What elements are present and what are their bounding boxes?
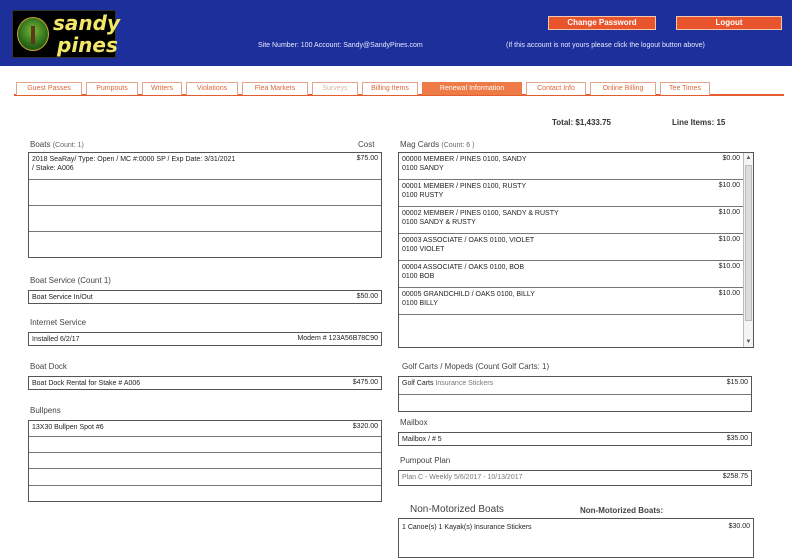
internet-service-row[interactable]: Installed 6/2/17 Modem # 123A56B78C90 [28,332,382,346]
list-item[interactable] [29,206,381,232]
golf-carts-label: Golf Carts / Mopeds (Count Golf Carts: 1… [402,362,550,371]
sandy-pines-logo[interactable]: sandy pines [12,10,120,58]
boat-service-label: Boat Service (Count 1) [30,276,111,285]
boat-dock-row[interactable]: Boat Dock Rental for Stake # A006 $475.0… [28,376,382,390]
logout-button[interactable]: Logout [676,16,782,30]
boat-service-row[interactable]: Boat Service In/Out $50.00 [28,290,382,304]
list-item[interactable]: 00001 MEMBER / PINES 0100, RUSTY 0100 RUS… [399,180,743,207]
list-item[interactable] [29,453,381,469]
tab-guest-passes[interactable]: Guest Passes [16,82,82,95]
account-info: Site Number: 100 Account: Sandy@SandyPin… [258,42,423,49]
total-amount: Total: $1,433.75 [552,118,611,127]
tab-billing-items[interactable]: Billing Items [362,82,418,95]
change-password-button[interactable]: Change Password [548,16,656,30]
tab-violations[interactable]: Violations [186,82,238,95]
bullpens-list: 13X30 Bullpen Spot #6 $320.00 [28,420,382,502]
list-item[interactable]: 00002 MEMBER / PINES 0100, SANDY & RUSTY… [399,207,743,234]
mailbox-label: Mailbox [400,418,428,427]
bullpens-label: Bullpens [30,406,61,415]
scroll-thumb[interactable] [745,165,752,321]
tab-flea-markets[interactable]: Flea Markets [242,82,308,95]
mag-cards-list: 00000 MEMBER / PINES 0100, SANDY 0100 SAN… [398,152,754,348]
logo-text-line1: sandy [53,11,120,35]
boats-label: Boats (Count: 1) [30,140,84,149]
list-item[interactable]: 00003 ASSOCIATE / OAKS 0100, VIOLET 0100 … [399,234,743,261]
header-bar: sandy pines Change Password Logout Site … [0,0,792,66]
palm-tree-icon [17,17,49,51]
tab-bar: Guest Passes Pumpouts Writers Violations… [14,82,784,96]
tab-contact-info[interactable]: Contact Info [526,82,586,95]
list-item[interactable] [29,180,381,206]
tab-pumpouts[interactable]: Pumpouts [86,82,138,95]
logo-text-line2: pines [57,33,118,57]
list-item[interactable]: 00005 GRANDCHILD / OAKS 0100, BILLY 0100 … [399,288,743,315]
line-items-count: Line Items: 15 [672,118,726,127]
tab-writers[interactable]: Writers [142,82,182,95]
boats-list: 2018 SeaRay/ Type: Open / MC #:0000 SP /… [28,152,382,258]
tab-tee-times[interactable]: Tee Times [660,82,710,95]
non-motorized-label: Non-Motorized Boats [410,504,504,515]
list-item[interactable] [29,486,381,502]
list-item[interactable]: Golf Carts Insurance Stickers $15.00 [399,377,751,395]
logout-note: (If this account is not yours please cli… [506,42,705,49]
golf-carts-list: Golf Carts Insurance Stickers $15.00 [398,376,752,412]
list-item[interactable] [29,232,381,258]
pumpout-plan-label: Pumpout Plan [400,456,451,465]
pumpout-plan-row[interactable]: Plan C - Weekly 5/6/2017 - 10/13/2017 $2… [398,470,752,486]
mag-cards-scrollbar[interactable]: ▲ ▼ [743,153,753,347]
boat-dock-label: Boat Dock [30,362,67,371]
list-item[interactable]: 00000 MEMBER / PINES 0100, SANDY 0100 SAN… [399,153,743,180]
scroll-up-icon[interactable]: ▲ [744,153,753,163]
mag-cards-label: Mag Cards (Count: 6 ) [400,140,475,149]
tab-renewal-information[interactable]: Renewal Information [422,82,522,95]
mailbox-row[interactable]: Mailbox / # 5 $35.00 [398,432,752,446]
list-item[interactable] [29,469,381,486]
non-motorized-boats-row[interactable]: 1 Canoe(s) 1 Kayak(s) Insurance Stickers… [398,518,754,558]
tab-surveys[interactable]: Surveys [312,82,358,95]
internet-service-label: Internet Service [30,318,87,327]
tab-online-billing[interactable]: Online Billing [590,82,656,95]
list-item[interactable]: 2018 SeaRay/ Type: Open / MC #:0000 SP /… [29,153,381,180]
list-item[interactable] [399,395,751,412]
list-item[interactable] [29,437,381,453]
list-item[interactable]: 00004 ASSOCIATE / OAKS 0100, BOB 0100 BOB… [399,261,743,288]
scroll-down-icon[interactable]: ▼ [744,337,753,347]
cost-header: Cost [358,140,375,149]
list-item[interactable]: 13X30 Bullpen Spot #6 $320.00 [29,421,381,437]
non-motorized-label-right: Non-Motorized Boats: [580,506,664,515]
